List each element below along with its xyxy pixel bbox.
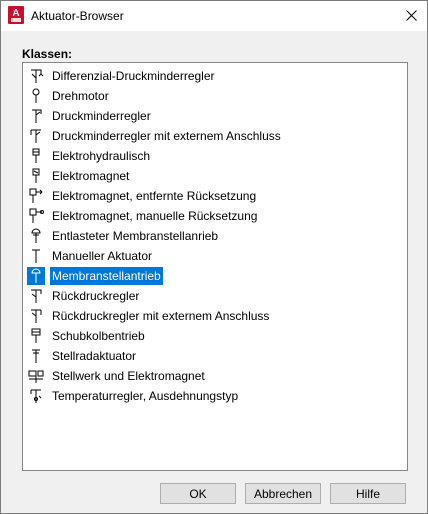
temperature-regulator-icon bbox=[30, 389, 42, 403]
list-item-label: Differenzial-Druckminderregler bbox=[52, 69, 215, 83]
balanced-diaphragm-icon bbox=[31, 228, 41, 243]
list-item[interactable]: Differenzial-Druckminderregler bbox=[27, 66, 367, 86]
autocad-app-icon: A bbox=[8, 6, 24, 24]
list-item-label: Druckminderregler bbox=[52, 109, 151, 123]
solenoid-icon bbox=[32, 168, 40, 183]
list-item[interactable]: Elektromagnet, entfernte Rücksetzung bbox=[27, 186, 367, 206]
back-pressure-regulator-icon bbox=[31, 289, 42, 303]
list-item[interactable]: Elektromagnet bbox=[27, 166, 367, 186]
list-item[interactable]: Rückdruckregler bbox=[27, 286, 367, 306]
list-item-label: Elektromagnet bbox=[52, 169, 130, 183]
manual-actuator-icon bbox=[32, 249, 40, 263]
handwheel-actuator-icon bbox=[32, 349, 40, 363]
piston-actuator-icon bbox=[31, 328, 41, 343]
list-item-label: Entlasteter Membranstellanrieb bbox=[52, 229, 219, 243]
list-item[interactable]: Membranstellantrieb bbox=[27, 266, 367, 286]
help-button[interactable]: Hilfe bbox=[330, 483, 406, 504]
list-item[interactable]: Drehmotor bbox=[27, 86, 367, 106]
list-item-label: Elektromagnet, entfernte Rücksetzung bbox=[52, 189, 257, 203]
classes-label: Klassen: bbox=[22, 47, 73, 61]
pressure-regulator-external-icon bbox=[30, 129, 41, 143]
list-item-label: Druckminderregler mit externem Anschluss bbox=[52, 129, 281, 143]
list-item-label: Temperaturregler, Ausdehnungstyp bbox=[52, 389, 239, 403]
list-item-label: Stellwerk und Elektromagnet bbox=[52, 369, 205, 383]
back-pressure-external-icon bbox=[31, 309, 42, 323]
electrohydraulic-icon bbox=[32, 148, 40, 163]
list-item[interactable]: Stellradaktuator bbox=[27, 346, 367, 366]
list-item-label: Schubkolbentrieb bbox=[52, 329, 145, 343]
list-item-label: Membranstellantrieb bbox=[50, 267, 163, 285]
list-item[interactable]: Elektromagnet, manuelle Rücksetzung bbox=[27, 206, 367, 226]
list-item[interactable]: Druckminderregler mit externem Anschluss bbox=[27, 126, 367, 146]
list-item[interactable]: Temperaturregler, Ausdehnungstyp bbox=[27, 386, 367, 406]
list-item[interactable]: Entlasteter Membranstellanrieb bbox=[27, 226, 367, 246]
app-icon-letter: A bbox=[12, 8, 19, 19]
close-button[interactable] bbox=[395, 1, 427, 30]
classes-listbox[interactable]: Differenzial-Druckminderregler Drehmotor D… bbox=[22, 62, 408, 471]
list-item[interactable]: Stellwerk und Elektromagnet bbox=[27, 366, 367, 386]
list-item-label: Elektrohydraulisch bbox=[52, 149, 151, 163]
list-item[interactable]: Druckminderregler bbox=[27, 106, 367, 126]
positioner-solenoid-icon bbox=[28, 370, 44, 383]
window-title: Aktuator-Browser bbox=[31, 9, 124, 23]
list-item[interactable]: Rückdruckregler mit externem Anschluss bbox=[27, 306, 367, 326]
list-item-label: Rückdruckregler bbox=[52, 289, 140, 303]
actuator-browser-dialog: A Aktuator-Browser Klassen: Differenzial… bbox=[0, 0, 428, 514]
diaphragm-actuator-icon bbox=[31, 268, 41, 283]
list-item[interactable]: Elektrohydraulisch bbox=[27, 146, 367, 166]
list-item-label: Stellradaktuator bbox=[52, 349, 137, 363]
close-icon bbox=[405, 10, 417, 21]
differential-pressure-regulator-icon bbox=[31, 69, 44, 83]
pressure-reducing-regulator-icon bbox=[32, 109, 42, 123]
list-item-label: Manueller Aktuator bbox=[52, 249, 153, 263]
list-item[interactable]: Manueller Aktuator bbox=[27, 246, 367, 266]
cancel-button[interactable]: Abbrechen bbox=[245, 483, 321, 504]
list-item-label: Rückdruckregler mit externem Anschluss bbox=[52, 309, 270, 323]
list-item-label: Drehmotor bbox=[52, 89, 109, 103]
solenoid-remote-reset-icon bbox=[29, 188, 43, 203]
list-item[interactable]: Schubkolbentrieb bbox=[27, 326, 367, 346]
solenoid-manual-reset-icon bbox=[29, 208, 44, 223]
rotary-motor-icon bbox=[32, 88, 40, 103]
ok-button[interactable]: OK bbox=[160, 483, 236, 504]
list-item-label: Elektromagnet, manuelle Rücksetzung bbox=[52, 209, 258, 223]
title-bar: A Aktuator-Browser bbox=[1, 1, 427, 31]
